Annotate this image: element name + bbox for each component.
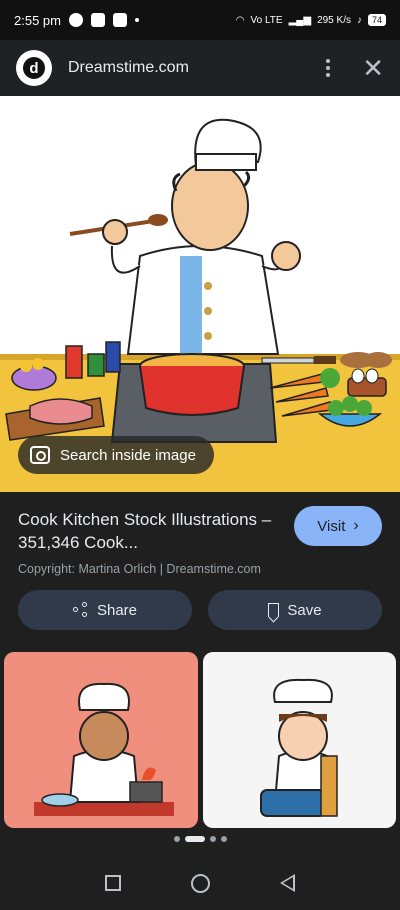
save-button[interactable]: Save bbox=[208, 590, 382, 630]
close-icon[interactable]: ✕ bbox=[362, 55, 384, 81]
copyright-text: Copyright: Martina Orlich | Dreamstime.c… bbox=[18, 562, 261, 576]
viewer-header: d Dreamstime.com ✕ bbox=[0, 40, 400, 96]
share-icon bbox=[72, 602, 89, 618]
pager-dot-active bbox=[184, 836, 205, 842]
signal-icon: ▂▄▆ bbox=[288, 14, 312, 26]
lens-icon bbox=[30, 446, 50, 464]
save-label: Save bbox=[287, 601, 322, 619]
site-name[interactable]: Dreamstime.com bbox=[68, 59, 189, 77]
back-icon[interactable] bbox=[280, 874, 295, 892]
app-notification-icon bbox=[90, 13, 105, 27]
chef-thumbnail-2 bbox=[260, 678, 338, 817]
battery-icon: 74 bbox=[367, 14, 386, 26]
search-inside-image-label: Search inside image bbox=[60, 446, 196, 464]
related-images bbox=[0, 652, 400, 830]
wifi-icon: ◠ bbox=[235, 14, 245, 26]
chef-thumbnail-1 bbox=[34, 682, 174, 816]
network-label: Vo LTE bbox=[250, 14, 283, 26]
chef-illustration bbox=[0, 118, 400, 492]
share-button[interactable]: Share bbox=[18, 590, 192, 630]
recent-apps-icon[interactable] bbox=[105, 875, 121, 891]
alarm-icon: ♪ bbox=[356, 14, 362, 26]
chevron-right-icon: › bbox=[353, 517, 359, 534]
facebook-icon bbox=[68, 13, 83, 27]
carousel-pager bbox=[0, 836, 400, 842]
share-label: Share bbox=[96, 601, 138, 619]
bookmark-icon bbox=[268, 603, 280, 617]
pager-dot bbox=[209, 836, 216, 842]
pager-dot bbox=[220, 836, 227, 842]
status-bar: 2:55 pm ◠ Vo LTE ▂▄▆ 295 K/s ♪ 74 bbox=[0, 0, 400, 40]
more-options-icon[interactable] bbox=[320, 55, 336, 81]
speed-label: 295 K/s bbox=[317, 14, 351, 26]
home-icon[interactable] bbox=[191, 873, 210, 893]
image-info: Cook Kitchen Stock Illustrations – 351,3… bbox=[0, 492, 400, 652]
preview-image[interactable]: Search inside image bbox=[0, 96, 400, 492]
related-image-2[interactable] bbox=[203, 652, 396, 828]
visit-label: Visit bbox=[317, 517, 346, 535]
bluetooth-icon bbox=[112, 13, 127, 27]
site-logo-letter: d bbox=[23, 57, 45, 79]
site-logo[interactable]: d bbox=[16, 50, 52, 86]
pager-dot bbox=[173, 836, 180, 842]
system-nav-bar bbox=[0, 856, 400, 910]
status-time: 2:55 pm bbox=[14, 12, 61, 28]
more-notifications-icon bbox=[134, 18, 139, 22]
related-image-1[interactable] bbox=[4, 652, 198, 828]
visit-button[interactable]: Visit › bbox=[294, 506, 382, 546]
search-inside-image-button[interactable]: Search inside image bbox=[18, 436, 214, 474]
image-title[interactable]: Cook Kitchen Stock Illustrations – 351,3… bbox=[18, 508, 280, 554]
